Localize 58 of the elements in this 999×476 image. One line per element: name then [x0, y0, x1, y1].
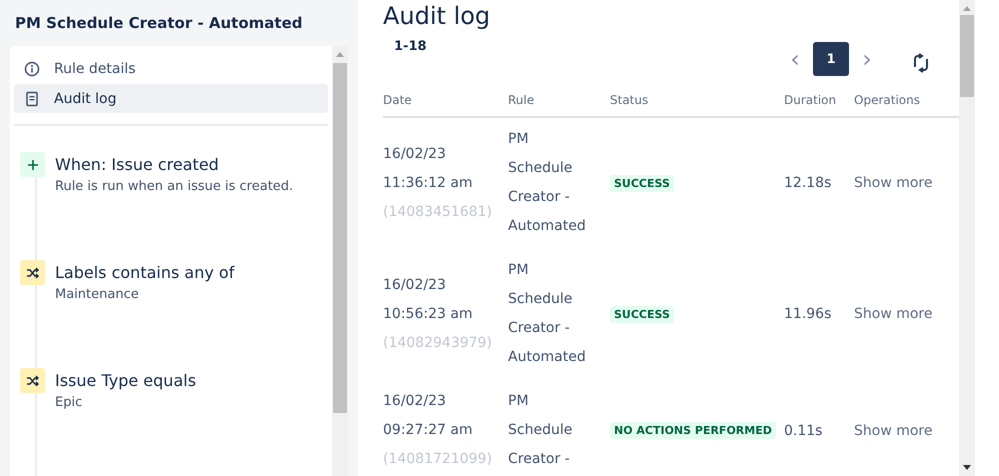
rule-name-text: Creator - [508, 188, 571, 207]
rule-name-text: Creator - [508, 450, 571, 469]
shuffle-icon [26, 266, 40, 278]
info-icon [24, 60, 40, 77]
page-heading: Audit log [383, 1, 492, 31]
date-text: 16/02/23 [383, 276, 447, 294]
rule-name-text: Schedule [508, 290, 574, 309]
column-header: Rule [508, 83, 610, 118]
column-header: Status [610, 83, 784, 118]
scroll-up-icon[interactable] [963, 6, 971, 11]
step-title[interactable]: Issue Type equals [55, 368, 196, 393]
status-lozenge: SUCCESS [610, 306, 674, 322]
rule-name-text: Schedule [508, 421, 572, 440]
rule-name-text: Schedule [508, 159, 574, 178]
audit-id-text: (14083451681) [383, 202, 492, 222]
rule-name-text: Automated [508, 348, 586, 367]
result-range: 1-18 [393, 39, 427, 54]
scrollbar-thumb[interactable] [960, 15, 974, 97]
page-button[interactable]: 1 [813, 42, 849, 76]
date-text: 16/02/23 [383, 144, 447, 164]
rule-name-text: PM [508, 261, 530, 280]
rule-name-text: Automated [508, 217, 586, 236]
scrollbar-thumb[interactable] [333, 63, 347, 413]
rule-name-text: PM [508, 130, 530, 149]
column-header: Duration [784, 83, 854, 118]
step-detail: Maintenance [55, 287, 140, 302]
date-text: 16/02/23 [383, 392, 447, 411]
nav-item[interactable]: Audit log [14, 84, 328, 114]
rule-name-text: PM [508, 392, 530, 411]
column-header: Date [383, 83, 508, 118]
step-detail: Epic [55, 395, 84, 410]
step-title[interactable]: When: Issue created [55, 152, 294, 177]
scroll-down-icon[interactable] [963, 465, 971, 470]
rule-title: PM Schedule Creator - Automated [14, 14, 304, 34]
scrollbar[interactable] [332, 46, 348, 476]
refresh-button[interactable] [911, 53, 931, 73]
show-more-link[interactable]: Show more [854, 306, 932, 322]
shuffle-icon [26, 374, 40, 386]
refresh-icon [911, 53, 931, 73]
time-text: 09:27:27 am [383, 421, 474, 440]
show-more-link[interactable]: Show more [854, 175, 932, 191]
status-lozenge: NO ACTIONS PERFORMED [610, 422, 776, 439]
step-title[interactable]: Labels contains any of [55, 260, 234, 285]
scroll-up-icon[interactable] [336, 52, 344, 57]
step-detail: Rule is run when an issue is created. [55, 179, 294, 194]
time-text: 10:56:23 am [383, 304, 474, 324]
plus-icon [28, 160, 38, 170]
show-more-link[interactable]: Show more [854, 422, 932, 438]
audit-id-text: (14082943979) [383, 334, 492, 352]
time-text: 11:36:12 am [383, 174, 474, 192]
rule-name-text: Creator - [508, 319, 571, 338]
status-lozenge: SUCCESS [610, 174, 674, 192]
scrollbar[interactable] [959, 0, 975, 476]
duration-text: 0.11s [784, 422, 822, 438]
duration-text: 12.18s [784, 175, 832, 191]
duration-text: 11.96s [784, 306, 832, 322]
audit-id-text: (14081721099) [383, 450, 492, 469]
document-icon [24, 90, 40, 107]
